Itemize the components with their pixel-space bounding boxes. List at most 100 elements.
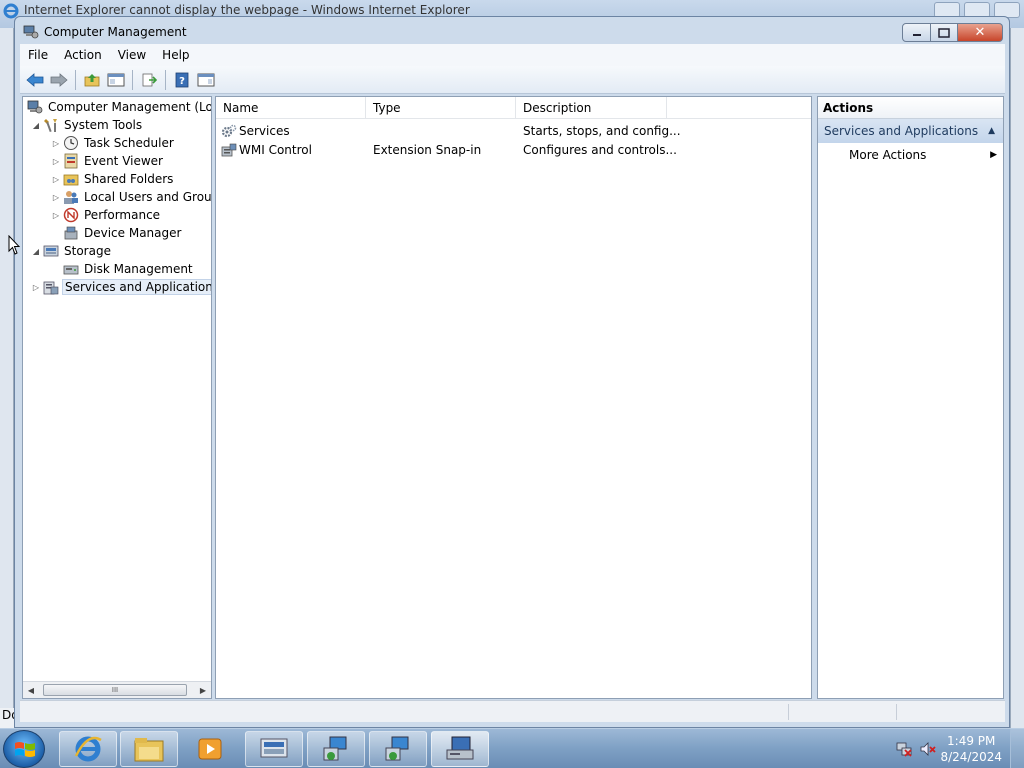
network-disconnected-icon[interactable] — [896, 741, 912, 757]
maximize-button[interactable] — [931, 23, 958, 42]
cm-titlebar[interactable]: Computer Management ✕ — [15, 17, 1009, 47]
toolbar-separator — [165, 69, 166, 90]
minimize-icon — [912, 33, 921, 36]
tree-label: Disk Management — [84, 262, 193, 276]
tree-item-local-users-and-groups[interactable]: ▷ Local Users and Groups — [51, 188, 212, 206]
close-button[interactable]: ✕ — [958, 23, 1003, 42]
expanded-arrow-icon[interactable]: ◢ — [31, 121, 41, 130]
actions-section-services-and-applications[interactable]: Services and Applications ▲ — [818, 119, 1003, 143]
scroll-thumb[interactable]: III — [43, 684, 187, 696]
restore-icon — [938, 27, 950, 38]
taskbar: 1:49 PM 8/24/2024 — [0, 728, 1024, 768]
menu-view[interactable]: View — [110, 48, 154, 62]
tree-label: Storage — [64, 244, 111, 258]
actions-header: Actions — [818, 97, 1003, 119]
services-and-applications-icon — [43, 281, 59, 295]
tree-item-event-viewer[interactable]: ▷ Event Viewer — [51, 152, 165, 170]
help-button[interactable]: ? — [171, 69, 193, 91]
show-hide-action-pane-button[interactable] — [195, 69, 217, 91]
clock-icon — [64, 136, 78, 150]
taskbar-control-panel[interactable] — [245, 731, 303, 767]
tree-label: Local Users and Groups — [84, 190, 212, 204]
show-desktop-button[interactable] — [1010, 729, 1024, 768]
tree-label: Services and Applications — [62, 279, 211, 295]
tree-item-storage[interactable]: ◢ Storage — [31, 242, 113, 260]
status-divider — [788, 704, 789, 720]
cell-name: Services — [239, 124, 290, 138]
collapsed-arrow-icon[interactable]: ▷ — [51, 193, 61, 202]
taskbar-network-app-2[interactable] — [369, 731, 427, 767]
scroll-left-arrow-icon[interactable]: ◀ — [23, 682, 39, 698]
tree-horizontal-scrollbar[interactable]: ◀ III ▶ — [23, 681, 211, 698]
computer-management-window: Computer Management ✕ File Action View H… — [14, 16, 1010, 728]
tree-item-performance[interactable]: ▷ Performance — [51, 206, 162, 224]
computer-management-icon — [23, 25, 39, 39]
forward-button[interactable] — [48, 69, 70, 91]
computer-management-icon — [446, 736, 474, 760]
taskbar-internet-explorer[interactable] — [59, 731, 117, 767]
taskbar-network-app-1[interactable] — [307, 731, 365, 767]
collapsed-arrow-icon[interactable]: ▷ — [51, 139, 61, 148]
tree-label: System Tools — [64, 118, 143, 132]
tree-item-disk-management[interactable]: Disk Management — [61, 260, 195, 278]
column-header-name[interactable]: Name — [216, 97, 366, 119]
wmi-control-icon — [221, 143, 237, 157]
storage-icon — [43, 245, 59, 257]
collapse-up-icon[interactable]: ▲ — [988, 119, 995, 143]
tree-item-services-and-applications[interactable]: ▷ Services and Applications — [31, 278, 211, 296]
clock-date: 8/24/2024 — [940, 750, 1002, 764]
tree-item-shared-folders[interactable]: ▷ Shared Folders — [51, 170, 175, 188]
column-header-description[interactable]: Description — [516, 97, 667, 119]
cell-type: Extension Snap-in — [373, 143, 482, 157]
minimize-button[interactable] — [902, 23, 931, 42]
console-tree[interactable]: Computer Management (Local ◢ System Tool… — [22, 96, 212, 699]
volume-muted-icon[interactable] — [920, 741, 936, 757]
tree-item-device-manager[interactable]: Device Manager — [61, 224, 183, 242]
submenu-arrow-icon: ▶ — [990, 150, 997, 160]
forward-icon — [50, 72, 68, 87]
menu-action[interactable]: Action — [56, 48, 110, 62]
actions-section-label: Services and Applications — [824, 124, 979, 138]
list-item-wmi-control[interactable]: WMI Control Extension Snap-in Configures… — [216, 141, 811, 160]
tree-item-system-tools[interactable]: ◢ System Tools — [31, 116, 144, 134]
tree-item-computer-management[interactable]: Computer Management (Local — [25, 98, 212, 116]
start-button[interactable] — [3, 730, 45, 768]
list-header: Name Type Description — [216, 97, 811, 119]
menu-file[interactable]: File — [20, 48, 56, 62]
taskbar-computer-management[interactable] — [431, 731, 489, 767]
back-button[interactable] — [24, 69, 46, 91]
collapsed-arrow-icon[interactable]: ▷ — [51, 211, 61, 220]
scroll-right-arrow-icon[interactable]: ▶ — [195, 682, 211, 698]
collapsed-arrow-icon[interactable]: ▷ — [51, 157, 61, 166]
collapsed-arrow-icon[interactable]: ▷ — [31, 283, 41, 292]
up-folder-icon — [84, 73, 100, 86]
status-divider — [896, 704, 897, 720]
action-more-actions[interactable]: More Actions ▶ — [818, 143, 1003, 167]
tree-label: Task Scheduler — [84, 136, 174, 150]
taskbar-clock[interactable]: 1:49 PM 8/24/2024 — [940, 733, 1002, 765]
tree-label: Computer Management (Local — [48, 100, 212, 114]
window-title: Computer Management — [44, 25, 187, 39]
taskbar-windows-explorer[interactable] — [120, 731, 178, 767]
up-one-level-button[interactable] — [81, 69, 103, 91]
help-icon: ? — [175, 72, 189, 87]
status-bar — [20, 700, 1005, 722]
toolbar-separator — [75, 69, 76, 90]
taskbar-media-player[interactable] — [181, 731, 239, 767]
tree-label: Device Manager — [84, 226, 182, 240]
results-list[interactable]: Name Type Description Services Starts, s… — [215, 96, 812, 699]
menu-help[interactable]: Help — [154, 48, 197, 62]
media-player-icon — [198, 738, 222, 760]
system-tools-icon — [44, 119, 57, 133]
show-hide-action-pane-icon — [197, 73, 215, 86]
show-hide-console-tree-button[interactable] — [105, 69, 127, 91]
system-tray: 1:49 PM 8/24/2024 — [884, 729, 1024, 768]
list-item-services[interactable]: Services Starts, stops, and config... — [216, 122, 811, 141]
collapsed-arrow-icon[interactable]: ▷ — [51, 175, 61, 184]
show-hide-tree-icon — [107, 73, 125, 86]
column-header-type[interactable]: Type — [366, 97, 516, 119]
export-list-button[interactable] — [138, 69, 160, 91]
tree-item-task-scheduler[interactable]: ▷ Task Scheduler — [51, 134, 176, 152]
cell-description: Starts, stops, and config... — [523, 124, 681, 138]
expanded-arrow-icon[interactable]: ◢ — [31, 247, 41, 256]
